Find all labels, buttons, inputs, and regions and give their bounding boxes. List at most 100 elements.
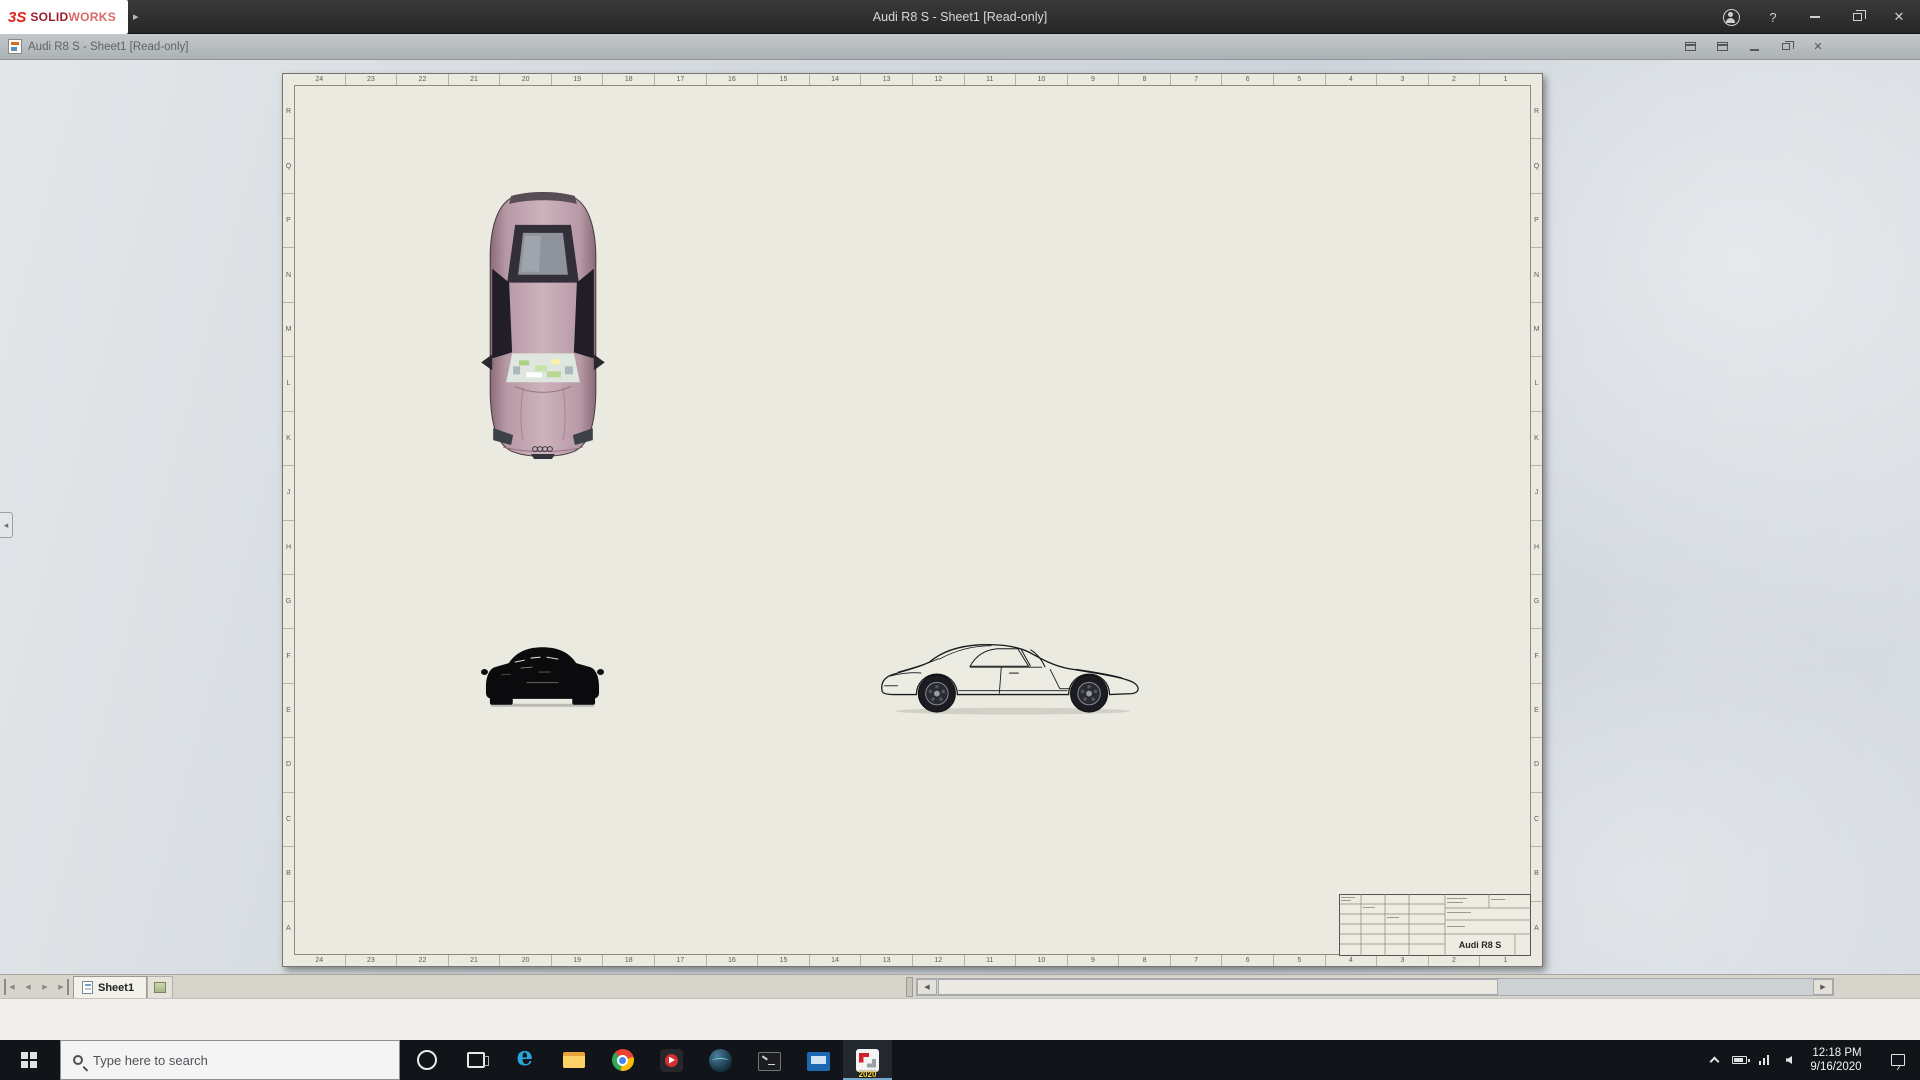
cortana-taskbar-button[interactable]: [402, 1040, 451, 1080]
scrollbar-thumb[interactable]: [938, 979, 1498, 995]
zone-label: L: [283, 357, 294, 411]
add-sheet-tab[interactable]: [147, 976, 173, 998]
solidworks-taskbar-button[interactable]: 2020: [843, 1040, 892, 1080]
drawing-view-top[interactable]: [479, 191, 607, 460]
zone-label: 18: [603, 955, 655, 966]
doc-pane-button-1[interactable]: [1678, 37, 1702, 56]
terminal-taskbar-button[interactable]: [745, 1040, 794, 1080]
document-title-bar: Audi R8 S - Sheet1 [Read-only] ✕: [0, 34, 1920, 60]
doc-minimize-button[interactable]: [1742, 37, 1766, 56]
zone-label: E: [1531, 684, 1542, 738]
search-input[interactable]: [93, 1053, 373, 1068]
drawing-view-front[interactable]: [481, 635, 604, 717]
volume-tray-button[interactable]: [1776, 1040, 1802, 1080]
screen: 3S SOLID WORKS ▸ Audi R8 S - Sheet1 [Rea…: [0, 0, 1920, 1080]
zone-label: 15: [758, 955, 810, 966]
account-button[interactable]: [1710, 0, 1752, 34]
solidworks-menu-button[interactable]: 3S SOLID WORKS: [0, 0, 128, 34]
sheet-nav-last-button[interactable]: ▶: [55, 979, 69, 995]
network-tray-button[interactable]: [1752, 1040, 1776, 1080]
zone-label: 4: [1326, 74, 1378, 85]
zone-label: B: [283, 847, 294, 901]
zone-label: H: [283, 521, 294, 575]
action-center-button[interactable]: [1876, 1040, 1920, 1080]
blue-window-app-taskbar-button[interactable]: [794, 1040, 843, 1080]
doc-restore-button[interactable]: [1774, 37, 1798, 56]
zone-label: M: [1531, 303, 1542, 357]
drawing-sheet[interactable]: 242322212019181716151413121110987654321 …: [282, 73, 1543, 967]
horizontal-scrollbar[interactable]: ◀ ▶: [916, 978, 1834, 996]
sheet-nav-first-button[interactable]: ◀: [4, 979, 18, 995]
edge-icon: [513, 1048, 537, 1072]
zone-ruler-bottom: 242322212019181716151413121110987654321: [294, 955, 1531, 966]
taskbar-clock[interactable]: 12:18 PM 9/16/2020: [1802, 1040, 1876, 1080]
file-explorer-taskbar-button[interactable]: [549, 1040, 598, 1080]
zone-label: 22: [397, 955, 449, 966]
battery-tray-button[interactable]: [1726, 1040, 1752, 1080]
scroll-right-button[interactable]: ▶: [1813, 979, 1833, 995]
zone-label: K: [1531, 412, 1542, 466]
zone-label: R: [1531, 85, 1542, 139]
title-block[interactable]: Audi R8 S: [1339, 894, 1531, 956]
zone-label: 8: [1119, 74, 1171, 85]
zone-label: J: [283, 466, 294, 520]
doc-pane-button-2[interactable]: [1710, 37, 1734, 56]
red-app-taskbar-button[interactable]: [647, 1040, 696, 1080]
zone-label: R: [283, 85, 294, 139]
network-icon: [1759, 1055, 1770, 1065]
zone-label: 2: [1429, 955, 1481, 966]
doc-close-button[interactable]: ✕: [1806, 37, 1830, 56]
tab-scroll-splitter[interactable]: [906, 977, 913, 997]
title-block-part-name: Audi R8 S: [1459, 940, 1502, 950]
restore-icon: [1853, 13, 1862, 21]
restore-button[interactable]: [1836, 0, 1878, 34]
zone-label: 5: [1274, 955, 1326, 966]
pane-icon: [1685, 42, 1696, 51]
red-app-icon: [660, 1049, 683, 1072]
zone-label: F: [283, 629, 294, 683]
edge-taskbar-button[interactable]: [500, 1040, 549, 1080]
zone-label: A: [283, 902, 294, 955]
zone-label: 15: [758, 74, 810, 85]
zone-label: G: [283, 575, 294, 629]
task-view-taskbar-button[interactable]: [451, 1040, 500, 1080]
scroll-right-icon: ▶: [1820, 983, 1825, 991]
windows-taskbar: 2020 12:18 PM 9/16/2020: [0, 1040, 1920, 1080]
graphics-area[interactable]: ◂ 24232221201918171615141312111098765432…: [0, 60, 1920, 974]
zone-label: 10: [1016, 74, 1068, 85]
taskbar-app-icons: 2020: [402, 1040, 892, 1080]
sphere-app-taskbar-button[interactable]: [696, 1040, 745, 1080]
featuremanager-flyout-button[interactable]: ◂: [0, 512, 13, 538]
minimize-button[interactable]: [1794, 0, 1836, 34]
zone-label: J: [1531, 466, 1542, 520]
sheet-tab-strip: ◀ ◀ ▶ ▶ Sheet1 ◀ ▶: [0, 974, 1920, 998]
zone-label: 24: [294, 955, 346, 966]
drawing-view-side[interactable]: [871, 637, 1153, 717]
close-icon: ✕: [1813, 40, 1822, 53]
sheet-nav-next-button[interactable]: ▶: [38, 979, 52, 995]
help-button[interactable]: ?: [1752, 0, 1794, 34]
zone-label: 22: [397, 74, 449, 85]
close-button[interactable]: ✕: [1878, 0, 1920, 34]
zone-label: 11: [965, 74, 1017, 85]
zone-label: P: [283, 194, 294, 248]
scroll-left-button[interactable]: ◀: [917, 979, 937, 995]
zone-label: F: [1531, 629, 1542, 683]
tab-sheet1[interactable]: Sheet1: [73, 976, 147, 998]
taskbar-search-box[interactable]: [60, 1040, 400, 1080]
zone-label: 14: [810, 74, 862, 85]
chrome-taskbar-button[interactable]: [598, 1040, 647, 1080]
zone-label: 12: [913, 74, 965, 85]
menu-expand-arrow-icon[interactable]: ▸: [133, 10, 139, 23]
tray-chevron-up-button[interactable]: [1702, 1040, 1726, 1080]
restore-icon: [1782, 43, 1790, 50]
zone-label: 10: [1016, 955, 1068, 966]
zone-label: N: [283, 248, 294, 302]
sheet-nav-prev-button[interactable]: ◀: [21, 979, 35, 995]
start-button[interactable]: [0, 1040, 58, 1080]
zone-label: 6: [1222, 74, 1274, 85]
nav-last-icon: ▶: [58, 983, 63, 991]
minimize-icon: [1750, 49, 1759, 51]
zone-label: A: [1531, 902, 1542, 955]
sheet-icon: [82, 981, 93, 994]
